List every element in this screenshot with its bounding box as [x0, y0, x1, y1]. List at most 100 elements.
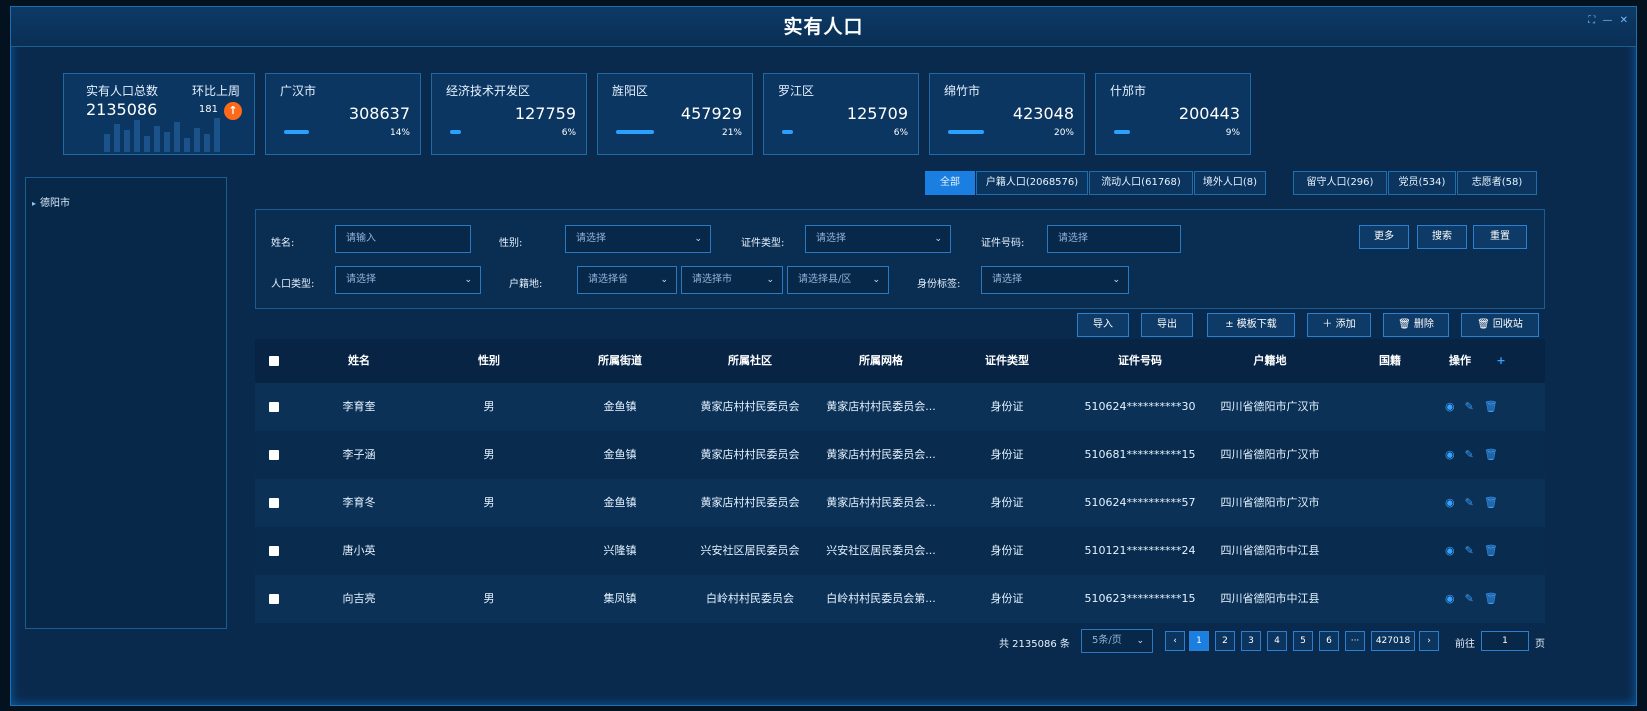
- cell-idtype: 身份证: [990, 592, 1024, 605]
- table-header: 姓名 性别 所属街道 所属社区 所属网格 证件类型 证件号码 户籍地 国籍 操作…: [255, 339, 1545, 383]
- region-percent: 6%: [893, 128, 908, 138]
- sparkline-icon: [104, 118, 220, 152]
- edit-icon[interactable]: ✎: [1465, 544, 1474, 557]
- th-actions: 操作: [1449, 354, 1471, 367]
- region-name: 罗江区: [778, 84, 815, 98]
- row-actions: ◉ ✎ 🗑: [1445, 479, 1508, 527]
- edit-icon[interactable]: ✎: [1465, 592, 1474, 605]
- window-controls-icon[interactable]: ⛶ — ✕: [1588, 15, 1630, 26]
- page-size-select[interactable]: 5条/页 ⌄: [1081, 629, 1153, 653]
- ratio-value: 181: [198, 104, 218, 115]
- idtype-select[interactable]: 请选择 ⌄: [805, 225, 951, 253]
- goto-page-input[interactable]: 1: [1481, 631, 1529, 651]
- view-icon[interactable]: ◉: [1445, 544, 1455, 557]
- row-checkbox[interactable]: [269, 450, 279, 460]
- chevron-down-icon: ⌄: [464, 275, 472, 285]
- cell-nation: [1365, 479, 1415, 527]
- county-value: 请选择县/区: [798, 274, 852, 285]
- trash-icon[interactable]: 🗑: [1484, 496, 1498, 509]
- add-button[interactable]: ＋ 添加: [1307, 313, 1371, 337]
- cell-idtype: 身份证: [990, 496, 1024, 509]
- idno-input[interactable]: 请选择: [1047, 225, 1181, 253]
- page-button-3[interactable]: 3: [1241, 631, 1261, 651]
- region-progress-bar: [948, 130, 984, 134]
- row-checkbox[interactable]: [269, 546, 279, 556]
- province-select[interactable]: 请选择省 ⌄: [577, 266, 677, 294]
- th-grid: 所属网格: [859, 354, 903, 367]
- region-value: 127759: [514, 104, 576, 123]
- table-row: 李子涵 男 金鱼镇 黄家店村村民委员会 黄家店村村民委员会... 身份证 510…: [255, 431, 1545, 479]
- tree-node-deyang[interactable]: ▸ 德阳市: [32, 194, 70, 209]
- template-download-button[interactable]: ± 模板下载: [1207, 313, 1295, 337]
- region-percent: 9%: [1225, 128, 1240, 138]
- trash-icon[interactable]: 🗑: [1484, 544, 1498, 557]
- tab-floating[interactable]: 流动人口(61768): [1089, 171, 1193, 195]
- row-checkbox[interactable]: [269, 498, 279, 508]
- prev-page-button[interactable]: ‹: [1165, 631, 1185, 651]
- region-percent: 14%: [389, 128, 410, 138]
- search-button[interactable]: 搜索: [1417, 225, 1467, 249]
- city-select[interactable]: 请选择市 ⌄: [681, 266, 783, 294]
- trash-icon[interactable]: 🗑: [1484, 592, 1498, 605]
- caret-right-icon[interactable]: ▸: [32, 199, 36, 208]
- region-progress-bar: [616, 130, 654, 134]
- cell-huji: 四川省德阳市广汉市: [1220, 496, 1320, 509]
- tab-foreign[interactable]: 境外人口(8): [1194, 171, 1266, 195]
- select-all-checkbox[interactable]: [269, 356, 279, 366]
- page-button-2[interactable]: 2: [1215, 631, 1235, 651]
- tab-party-member[interactable]: 党员(534): [1388, 171, 1456, 195]
- import-button[interactable]: 导入: [1077, 313, 1129, 337]
- gender-select[interactable]: 请选择 ⌄: [565, 225, 711, 253]
- tab-registered[interactable]: 户籍人口(2068576): [976, 171, 1088, 195]
- region-card-shifang[interactable]: 什邡市 200443 9%: [1095, 73, 1251, 155]
- county-select[interactable]: 请选择县/区 ⌄: [787, 266, 889, 294]
- row-checkbox[interactable]: [269, 594, 279, 604]
- tab-volunteer[interactable]: 志愿者(58): [1457, 171, 1537, 195]
- name-input[interactable]: 请输入: [335, 225, 471, 253]
- view-icon[interactable]: ◉: [1445, 496, 1455, 509]
- region-card-jingyang[interactable]: 旌阳区 457929 21%: [597, 73, 753, 155]
- page-button-last[interactable]: 427018: [1371, 631, 1415, 651]
- page-ellipsis[interactable]: ···: [1345, 631, 1365, 651]
- tag-label: 身份标签:: [917, 279, 961, 290]
- view-icon[interactable]: ◉: [1445, 400, 1455, 413]
- region-card-guanghan[interactable]: 广汉市 308637 14%: [265, 73, 421, 155]
- row-actions: ◉ ✎ 🗑: [1445, 383, 1508, 431]
- row-checkbox[interactable]: [269, 402, 279, 412]
- cell-community: 黄家店村村民委员会: [700, 400, 800, 413]
- cell-street: 金鱼镇: [603, 496, 637, 509]
- chevron-down-icon: ⌄: [1112, 275, 1120, 285]
- chevron-down-icon: ⌄: [1136, 636, 1144, 646]
- th-community: 所属社区: [728, 354, 772, 367]
- region-card-mianzhu[interactable]: 绵竹市 423048 20%: [929, 73, 1085, 155]
- region-card-luojiang[interactable]: 罗江区 125709 6%: [763, 73, 919, 155]
- idtype-label: 证件类型:: [741, 238, 785, 249]
- page-button-5[interactable]: 5: [1293, 631, 1313, 651]
- tag-select[interactable]: 请选择 ⌄: [981, 266, 1129, 294]
- export-button[interactable]: 导出: [1141, 313, 1193, 337]
- view-icon[interactable]: ◉: [1445, 592, 1455, 605]
- name-label: 姓名:: [271, 238, 295, 249]
- trash-icon[interactable]: 🗑: [1484, 400, 1498, 413]
- next-page-button[interactable]: ›: [1419, 631, 1439, 651]
- poptype-select[interactable]: 请选择 ⌄: [335, 266, 481, 294]
- recycle-bin-button[interactable]: 🗑 回收站: [1461, 313, 1539, 337]
- more-button[interactable]: 更多: [1359, 225, 1409, 249]
- cell-grid: 黄家店村村民委员会...: [826, 448, 936, 461]
- cell-huji: 四川省德阳市广汉市: [1220, 448, 1320, 461]
- edit-icon[interactable]: ✎: [1465, 400, 1474, 413]
- add-column-icon[interactable]: +: [1491, 339, 1511, 383]
- reset-button[interactable]: 重置: [1473, 225, 1527, 249]
- page-button-1[interactable]: 1: [1189, 631, 1209, 651]
- tab-left-behind[interactable]: 留守人口(296): [1293, 171, 1387, 195]
- edit-icon[interactable]: ✎: [1465, 496, 1474, 509]
- edit-icon[interactable]: ✎: [1465, 448, 1474, 461]
- page-button-4[interactable]: 4: [1267, 631, 1287, 651]
- trash-icon[interactable]: 🗑: [1484, 448, 1498, 461]
- region-card-devzone[interactable]: 经济技术开发区 127759 6%: [431, 73, 587, 155]
- cell-community: 黄家店村村民委员会: [700, 448, 800, 461]
- delete-button[interactable]: 🗑 删除: [1383, 313, 1449, 337]
- view-icon[interactable]: ◉: [1445, 448, 1455, 461]
- tab-all[interactable]: 全部: [925, 171, 975, 195]
- page-button-6[interactable]: 6: [1319, 631, 1339, 651]
